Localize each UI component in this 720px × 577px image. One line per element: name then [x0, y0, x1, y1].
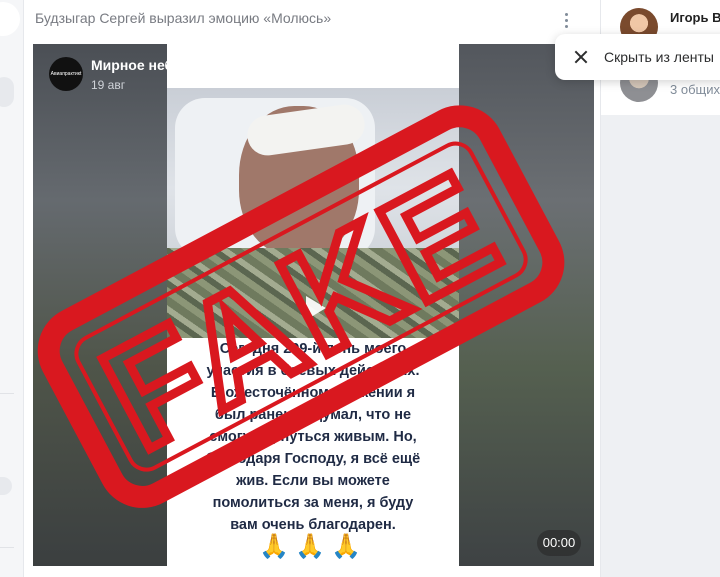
caption-line: Сегодня 299-й день моего — [219, 341, 407, 357]
video-player[interactable]: Сегодня 299-й день моего участия в боевы… — [33, 44, 594, 566]
sidebar-divider — [0, 393, 14, 394]
more-options-button[interactable] — [556, 8, 576, 32]
praying-hands-icon: 🙏🙏🙏 — [259, 533, 367, 560]
post-header[interactable]: Будзыгар Сергей выразил эмоцию «Молюсь» — [35, 10, 331, 26]
caption-line: помолиться за меня, я буду — [212, 495, 414, 511]
sidebar-item-active[interactable] — [0, 77, 14, 107]
video-blur-left — [33, 44, 167, 566]
caption-line: жив. Если вы можете — [236, 473, 390, 489]
caption-line: В ожесточённом сражении я — [210, 385, 416, 401]
friend-name[interactable]: Игорь В — [670, 10, 720, 25]
feed-post: Будзыгар Сергей выразил эмоцию «Молюсь» … — [23, 0, 601, 577]
caption-line: благодаря Господу, я всё ещё — [205, 451, 421, 467]
mutual-friends-count: 3 общих — [670, 82, 720, 97]
hide-from-feed-menu-item[interactable]: Скрыть из ленты — [555, 34, 720, 80]
caption-line: смогу вернуться живым. Но, — [209, 429, 417, 445]
left-sidebar — [0, 0, 23, 577]
close-icon — [574, 50, 588, 64]
hide-from-feed-label: Скрыть из ленты — [604, 49, 714, 65]
sidebar-item[interactable] — [0, 477, 12, 495]
sidebar-divider — [0, 547, 14, 548]
source-avatar[interactable]: Авиапрактикt — [49, 57, 83, 91]
source-name[interactable]: Мирное небо — [91, 57, 182, 73]
page: Будзыгар Сергей выразил эмоцию «Молюсь» … — [0, 0, 720, 577]
play-icon[interactable] — [295, 289, 333, 327]
video-caption: Сегодня 299-й день моего участия в боевы… — [167, 338, 459, 536]
sidebar-avatar[interactable] — [0, 2, 20, 36]
caption-line: участия в боевых действиях. — [206, 363, 420, 379]
video-blur-right — [459, 44, 594, 566]
video-timer: 00:00 — [537, 530, 581, 556]
source-date: 19 авг — [91, 78, 126, 92]
caption-line: был ранен, и думал, что не — [214, 407, 412, 423]
right-sidebar: Игорь В 3 общих — [601, 0, 720, 577]
